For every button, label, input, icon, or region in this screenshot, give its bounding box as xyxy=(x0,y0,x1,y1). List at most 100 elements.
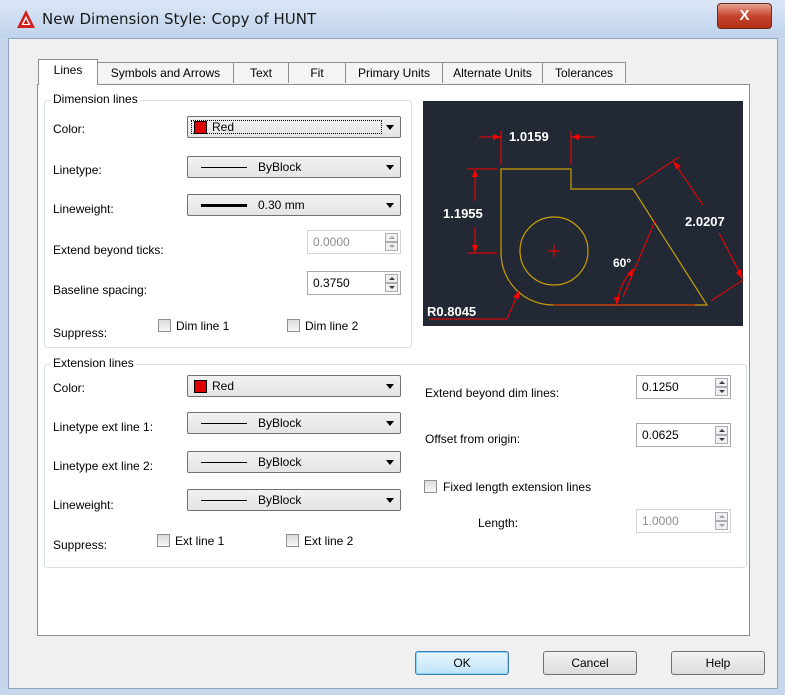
dim-linetype-select[interactable]: ByBlock xyxy=(187,156,401,178)
offset-origin-value: 0.0625 xyxy=(642,428,679,442)
spin-down-icon[interactable] xyxy=(715,387,728,396)
linetype-sample-icon xyxy=(201,462,247,463)
lineweight-sample-icon xyxy=(201,500,247,501)
autocad-logo-icon xyxy=(17,10,35,28)
close-button[interactable]: X xyxy=(717,3,772,29)
fixed-length-label[interactable]: Fixed length extension lines xyxy=(443,480,591,494)
ext-line2-label[interactable]: Ext line 2 xyxy=(304,534,353,548)
tab-tolerances[interactable]: Tolerances xyxy=(542,62,626,83)
extend-ticks-spinner[interactable]: 0.0000 xyxy=(307,230,401,254)
dim-lineweight-select[interactable]: 0.30 mm xyxy=(187,194,401,216)
spin-up-icon[interactable] xyxy=(385,274,398,283)
arrowhead xyxy=(614,297,620,305)
ext-line2-checkbox[interactable] xyxy=(286,534,299,547)
arrowhead xyxy=(472,169,478,177)
ext-color-label: Color: xyxy=(53,381,86,395)
ext-lineweight-value: ByBlock xyxy=(258,493,302,507)
ext-color-select[interactable]: Red xyxy=(187,375,401,397)
dimension-preview-drawing: 1.0159 1.1955 2.0207 60° R0.8045 xyxy=(427,129,750,320)
dim-color-select[interactable]: Red xyxy=(187,116,401,138)
baseline-spacing-spinner[interactable]: 0.3750 xyxy=(307,271,401,295)
spin-up-icon[interactable] xyxy=(385,233,398,242)
baseline-spacing-value: 0.3750 xyxy=(313,276,350,290)
linetype-sample-icon xyxy=(201,423,247,424)
spin-up-icon[interactable] xyxy=(715,512,728,521)
spin-down-icon[interactable] xyxy=(715,435,728,444)
focus-rect xyxy=(191,120,382,134)
dim-suppress-label: Suppress: xyxy=(53,326,108,340)
arrowhead xyxy=(673,161,681,169)
spinner-buttons xyxy=(385,274,398,292)
tab-primary-units[interactable]: Primary Units xyxy=(345,62,443,83)
extend-ticks-value: 0.0000 xyxy=(313,235,350,249)
spinner-buttons xyxy=(715,426,728,444)
dim-line1-label[interactable]: Dim line 1 xyxy=(176,319,229,333)
chevron-down-icon xyxy=(386,421,394,426)
dim-line2-label[interactable]: Dim line 2 xyxy=(305,319,358,333)
arrowhead xyxy=(736,269,743,279)
preview-dim-right: 2.0207 xyxy=(685,214,725,229)
spinner-buttons xyxy=(385,233,398,251)
window-title: New Dimension Style: Copy of HUNT xyxy=(42,10,317,28)
extend-dim-lines-spinner[interactable]: 0.1250 xyxy=(636,375,731,399)
tab-fit[interactable]: Fit xyxy=(288,62,346,83)
tab-lines[interactable]: Lines xyxy=(38,59,98,85)
dim-linetype-label: Linetype: xyxy=(53,163,102,177)
dim-linetype-value: ByBlock xyxy=(258,160,302,174)
ext-linetype2-select[interactable]: ByBlock xyxy=(187,451,401,473)
spinner-buttons xyxy=(715,378,728,396)
lineweight-sample-icon xyxy=(201,204,247,207)
spin-up-icon[interactable] xyxy=(715,378,728,387)
arrowhead xyxy=(472,245,478,253)
ext-lineweight-select[interactable]: ByBlock xyxy=(187,489,401,511)
baseline-spacing-label: Baseline spacing: xyxy=(53,283,148,297)
chevron-down-icon xyxy=(386,165,394,170)
ext-lineweight-label: Lineweight: xyxy=(53,498,114,512)
chevron-down-icon xyxy=(386,498,394,503)
preview-dim-left: 1.1955 xyxy=(443,206,483,221)
extend-dim-lines-value: 0.1250 xyxy=(642,380,679,394)
ext-linetype1-select[interactable]: ByBlock xyxy=(187,412,401,434)
spin-down-icon[interactable] xyxy=(385,242,398,251)
offset-origin-spinner[interactable]: 0.0625 xyxy=(636,423,731,447)
ext-line1-label[interactable]: Ext line 1 xyxy=(175,534,224,548)
spinner-buttons xyxy=(715,512,728,530)
extend-dim-lines-label: Extend beyond dim lines: xyxy=(425,386,560,400)
arrowhead xyxy=(513,291,519,299)
dim-color-label: Color: xyxy=(53,122,86,136)
ext-linetype2-label: Linetype ext line 2: xyxy=(53,459,154,473)
chevron-down-icon xyxy=(386,460,394,465)
help-button[interactable]: Help xyxy=(671,651,765,675)
linetype-sample-icon xyxy=(201,167,247,168)
spin-down-icon[interactable] xyxy=(385,283,398,292)
offset-origin-label: Offset from origin: xyxy=(425,432,521,446)
chevron-down-icon xyxy=(386,125,394,130)
red-swatch-icon xyxy=(194,380,207,393)
ext-line xyxy=(636,156,680,186)
tab-alternate-units[interactable]: Alternate Units xyxy=(442,62,543,83)
spin-up-icon[interactable] xyxy=(715,426,728,435)
ext-line xyxy=(710,275,750,302)
length-value: 1.0000 xyxy=(642,514,679,528)
dim-lineweight-value: 0.30 mm xyxy=(258,198,305,212)
dim-line2-checkbox[interactable] xyxy=(287,319,300,332)
ext-linetype1-label: Linetype ext line 1: xyxy=(53,420,154,434)
tab-symbols-and-arrows[interactable]: Symbols and Arrows xyxy=(97,62,234,83)
fixed-length-checkbox[interactable] xyxy=(424,480,437,493)
ext-linetype2-value: ByBlock xyxy=(258,455,302,469)
extension-lines-title: Extension lines xyxy=(51,356,136,370)
cancel-button[interactable]: Cancel xyxy=(543,651,637,675)
preview-dim-top: 1.0159 xyxy=(509,129,549,144)
dimension-lines-title: Dimension lines xyxy=(51,92,140,106)
preview-pane: 1.0159 1.1955 2.0207 60° R0.8045 xyxy=(423,101,750,326)
arrowhead xyxy=(571,134,579,140)
dim-line1-checkbox[interactable] xyxy=(158,319,171,332)
ext-suppress-label: Suppress: xyxy=(53,538,108,552)
length-spinner[interactable]: 1.0000 xyxy=(636,509,731,533)
ok-button[interactable]: OK xyxy=(415,651,509,675)
spin-down-icon[interactable] xyxy=(715,521,728,530)
ext-linetype1-value: ByBlock xyxy=(258,416,302,430)
length-label: Length: xyxy=(478,516,519,530)
ext-line1-checkbox[interactable] xyxy=(157,534,170,547)
tab-text[interactable]: Text xyxy=(233,62,289,83)
